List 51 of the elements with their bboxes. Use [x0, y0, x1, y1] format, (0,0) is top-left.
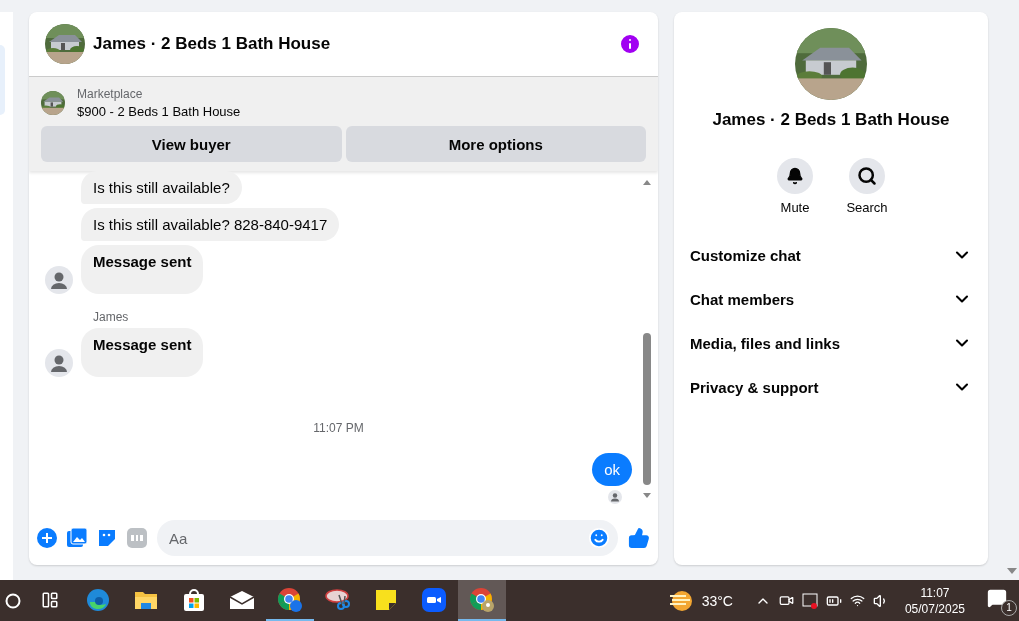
weather-icon: [667, 588, 694, 613]
listing-title: $900 - 2 Beds 1 Bath House: [77, 104, 241, 119]
sticky-note-icon[interactable]: [376, 589, 396, 610]
timestamp: 11:07 PM: [313, 421, 364, 435]
message-bubble: Message sent: [81, 245, 204, 294]
video-meeting-icon[interactable]: [422, 587, 446, 612]
avatar-icon: [45, 349, 73, 377]
sticker-icon[interactable]: [97, 528, 117, 548]
search-button[interactable]: [849, 158, 885, 194]
scissors-icon[interactable]: [325, 587, 351, 612]
listing-button[interactable]: More options: [345, 126, 646, 162]
like-icon[interactable]: [628, 527, 650, 549]
section-row[interactable]: Privacy & support: [682, 365, 980, 409]
clock[interactable]: 11:07 05/07/2025: [896, 584, 973, 617]
wifi-icon[interactable]: [849, 593, 865, 608]
add-icon[interactable]: [37, 528, 57, 548]
camera-icon[interactable]: [778, 593, 794, 608]
chrome-icon[interactable]: [469, 586, 495, 613]
search-circle-icon[interactable]: [5, 592, 21, 609]
screen-record-icon[interactable]: [801, 592, 818, 609]
image-icon[interactable]: [67, 528, 87, 548]
avatar-icon: [45, 266, 73, 294]
section-row[interactable]: Chat members: [682, 277, 980, 321]
search-icon: [857, 166, 877, 186]
task-view-icon[interactable]: [41, 590, 59, 609]
message-bubble: Is this still available?: [81, 171, 242, 204]
chat-title: James · 2 Beds 1 Bath House: [93, 34, 332, 54]
notification-count: 1: [1001, 599, 1017, 616]
mail-icon[interactable]: [229, 589, 255, 610]
store-bag-icon[interactable]: [183, 587, 205, 612]
browser-icon[interactable]: [86, 587, 110, 612]
profile-name: James · 2 Beds 1 Bath House: [712, 110, 950, 130]
chrome-icon[interactable]: [277, 586, 303, 613]
weather-temperature: 33°C: [701, 592, 733, 609]
info-icon[interactable]: [618, 32, 642, 56]
message-bubble: Is this still available? 828-840-9417: [81, 208, 340, 241]
listing-button[interactable]: View buyer: [41, 126, 342, 162]
action-label: Search: [846, 200, 888, 215]
listing-label: Marketplace: [77, 87, 144, 101]
scroll-down-arrow-icon[interactable]: [1007, 568, 1017, 576]
bell-icon: [786, 167, 804, 185]
notification-icon[interactable]: [987, 587, 1007, 608]
message-bubble: Message sent: [81, 328, 204, 377]
emoji-icon[interactable]: [588, 527, 610, 549]
mute-button[interactable]: [777, 158, 813, 194]
action-label: Mute: [780, 200, 810, 215]
message-bubble: ok: [592, 453, 632, 486]
message-field[interactable]: Aa: [157, 520, 618, 556]
sender-name: James: [93, 310, 130, 324]
section-row[interactable]: Customize chat: [682, 233, 980, 277]
section-row[interactable]: Media, files and links: [682, 321, 980, 365]
